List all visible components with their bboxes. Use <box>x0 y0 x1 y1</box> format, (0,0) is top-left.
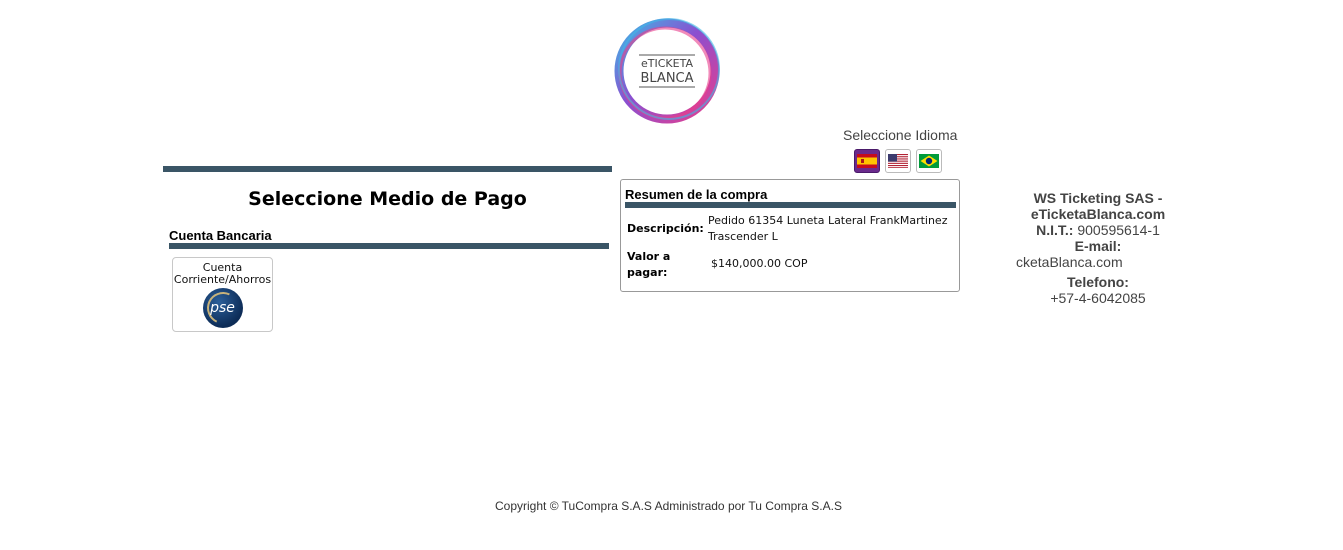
amount-label: Valor a pagar: <box>627 250 671 279</box>
payment-header-bar <box>163 166 612 172</box>
footer: Copyright © TuCompra S.A.S Administrado … <box>0 499 1343 513</box>
copyright-text: Copyright © TuCompra S.A.S Administrado … <box>495 499 842 513</box>
eticketablanca-logo: eTICKETA BLANCA <box>612 16 722 126</box>
spain-flag-icon[interactable] <box>854 149 880 173</box>
bank-account-section-bar <box>169 243 609 249</box>
pse-logo-text: pse <box>210 300 235 316</box>
phone-label: Telefono: <box>1067 274 1129 290</box>
usa-flag-icon[interactable] <box>885 149 911 173</box>
email-value: cketaBlanca.com <box>1016 254 1123 270</box>
logo-line1: eTICKETA <box>641 57 693 70</box>
summary-bar <box>625 202 956 208</box>
nit-label: N.I.T.: <box>1036 222 1074 238</box>
language-flags <box>854 149 942 173</box>
nit-value: 900595614-1 <box>1077 222 1160 238</box>
pse-logo-icon: pse <box>202 288 243 328</box>
language-label: Seleccione Idioma <box>843 127 958 143</box>
pse-option-label: Cuenta Corriente/Ahorros <box>173 261 272 286</box>
phone-value: +57-4-6042085 <box>1050 290 1146 306</box>
bank-account-section-label: Cuenta Bancaria <box>169 228 272 243</box>
logo-line2: BLANCA <box>640 71 693 86</box>
company-info: WS Ticketing SAS - eTicketaBlanca.com N.… <box>1010 190 1186 306</box>
company-name: WS Ticketing SAS - eTicketaBlanca.com <box>1030 190 1166 222</box>
brazil-flag-icon[interactable] <box>916 149 942 173</box>
summary-title: Resumen de la compra <box>625 187 768 202</box>
payment-title: Seleccione Medio de Pago <box>248 188 527 210</box>
purchase-summary-box: Resumen de la compra Descripción: Pedido… <box>620 179 960 292</box>
description-value: Pedido 61354 Luneta Lateral FrankMartine… <box>708 214 948 243</box>
email-label: E-mail: <box>1074 238 1122 254</box>
description-label: Descripción: <box>627 222 704 235</box>
pse-payment-option[interactable]: Cuenta Corriente/Ahorros pse <box>172 257 273 332</box>
amount-value: $140,000.00 COP <box>711 257 808 270</box>
